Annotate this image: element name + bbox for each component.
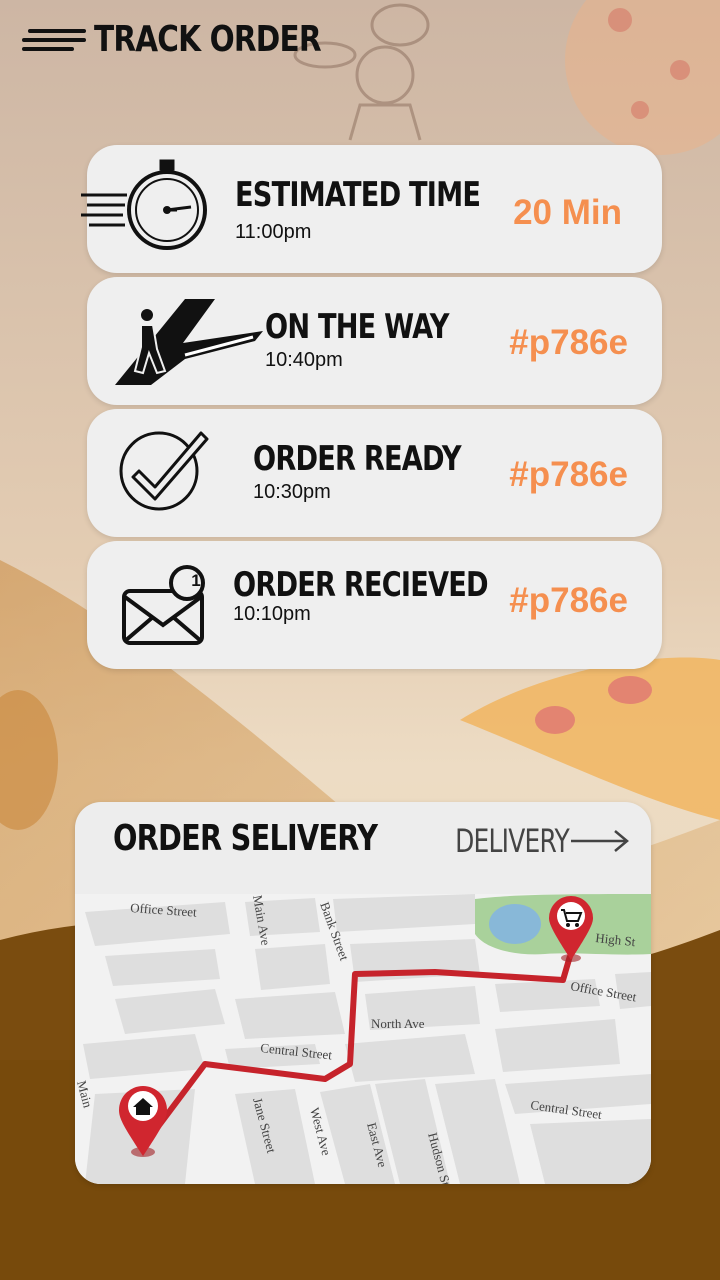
delivery-map[interactable]: Office Street Bank Street Main Ave North… [75,894,651,1184]
step-time: 10:30pm [253,481,331,503]
app-header: TRACK ORDER [22,14,371,64]
status-card-order-received: 1 ORDER RECIEVED 10:10pm #p786e [87,541,662,669]
hamburger-menu-icon[interactable] [22,22,86,56]
page-title: TRACK ORDER [94,18,322,60]
step-time: 10:10pm [233,603,311,625]
status-card-estimated-time: ESTIMATED TIME 11:00pm 20 Min [81,145,662,273]
step-value: 20 Min [513,193,622,232]
step-time: 10:40pm [265,349,343,371]
step-value: #p786e [509,455,628,494]
step-title: ORDER RECIEVED [233,565,489,605]
stopwatch-icon [81,159,207,250]
check-circle-icon [119,431,209,511]
step-time: 11:00pm [235,221,312,243]
status-card-order-ready: ORDER READY 10:30pm #p786e [87,409,662,537]
step-title: ORDER READY [253,439,462,479]
courier-walking-icon [115,299,263,385]
delivery-card-title: ORDER SELIVERY [113,818,378,859]
status-card-on-the-way: ON THE WAY 10:40pm #p786e [87,277,662,405]
street-label: North Ave [371,1016,425,1031]
delivery-link[interactable]: DELIVERY [423,822,631,860]
arrow-right-icon [571,830,629,852]
order-delivery-card: ORDER SELIVERY DELIVERY Office Street Ba… [75,802,651,1184]
step-value: #p786e [509,323,628,362]
step-value: #p786e [509,581,628,620]
step-title: ON THE WAY [265,307,449,347]
step-title: ESTIMATED TIME [235,175,481,215]
notification-badge-count: 1 [191,571,201,590]
delivery-link-label: DELIVERY [455,822,570,860]
